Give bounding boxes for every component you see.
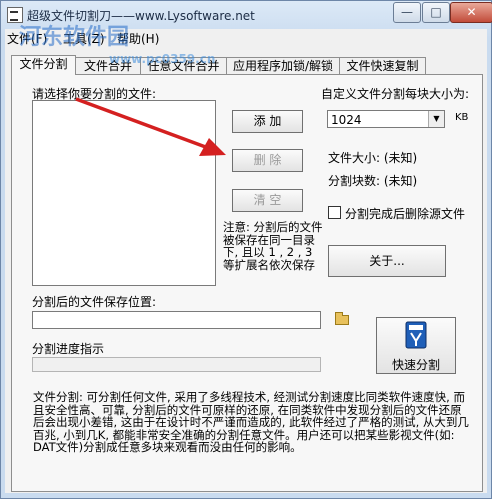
progress-label: 分割进度指示: [32, 342, 105, 356]
custom-size-label: 自定义文件分割每块大小为:: [321, 87, 470, 101]
watermark-url: www.pc0359.cn: [109, 52, 216, 66]
quick-split-button[interactable]: 快速分割: [376, 317, 456, 374]
split-progress-bar: [32, 357, 321, 372]
chevron-down-icon[interactable]: ▼: [428, 111, 444, 127]
tab-fast-copy[interactable]: 文件快速复制: [339, 57, 426, 74]
clear-button[interactable]: 清 空: [232, 189, 303, 212]
delete-source-checkbox[interactable]: [328, 206, 341, 219]
split-icon: [405, 321, 427, 349]
red-arrow-annotation: [75, 97, 226, 156]
close-button[interactable]: ✕: [450, 2, 492, 23]
unit-label: KB: [455, 112, 469, 123]
delete-source-label: 分割完成后删除源文件: [345, 207, 466, 221]
quick-split-label: 快速分割: [391, 358, 440, 372]
watermark-text: 河东软件园: [19, 25, 130, 50]
delete-button[interactable]: 删 除: [232, 149, 303, 172]
block-count-label: 分割块数: (未知): [328, 174, 418, 188]
add-button[interactable]: 添 加: [232, 110, 303, 133]
block-size-value: 1024: [331, 113, 362, 127]
maximize-button[interactable]: □: [422, 2, 450, 23]
tab-app-lock[interactable]: 应用程序加锁/解锁: [226, 57, 340, 74]
split-description: 文件分割: 可分割任何文件, 采用了多线程技术, 经测试分割速度比同类软件速度快…: [33, 390, 469, 454]
folder-icon[interactable]: [335, 312, 349, 325]
split-note: 注意: 分割后的文件被保存在同一目录下, 且以 1 , 2 , 3等扩展名依次保…: [223, 220, 323, 272]
save-location-label: 分割后的文件保存位置:: [32, 295, 157, 309]
minimize-button[interactable]: —: [393, 2, 421, 23]
tab-file-split[interactable]: 文件分割: [11, 55, 76, 75]
file-size-label: 文件大小: (未知): [328, 151, 418, 165]
about-button[interactable]: 关于...: [328, 245, 446, 277]
save-location-input[interactable]: [32, 311, 321, 329]
app-window: 超级文件切割刀——www.Lysoftware.net — □ ✕ 文件(F) …: [0, 0, 492, 499]
block-size-select[interactable]: 1024 ▼: [327, 110, 445, 128]
